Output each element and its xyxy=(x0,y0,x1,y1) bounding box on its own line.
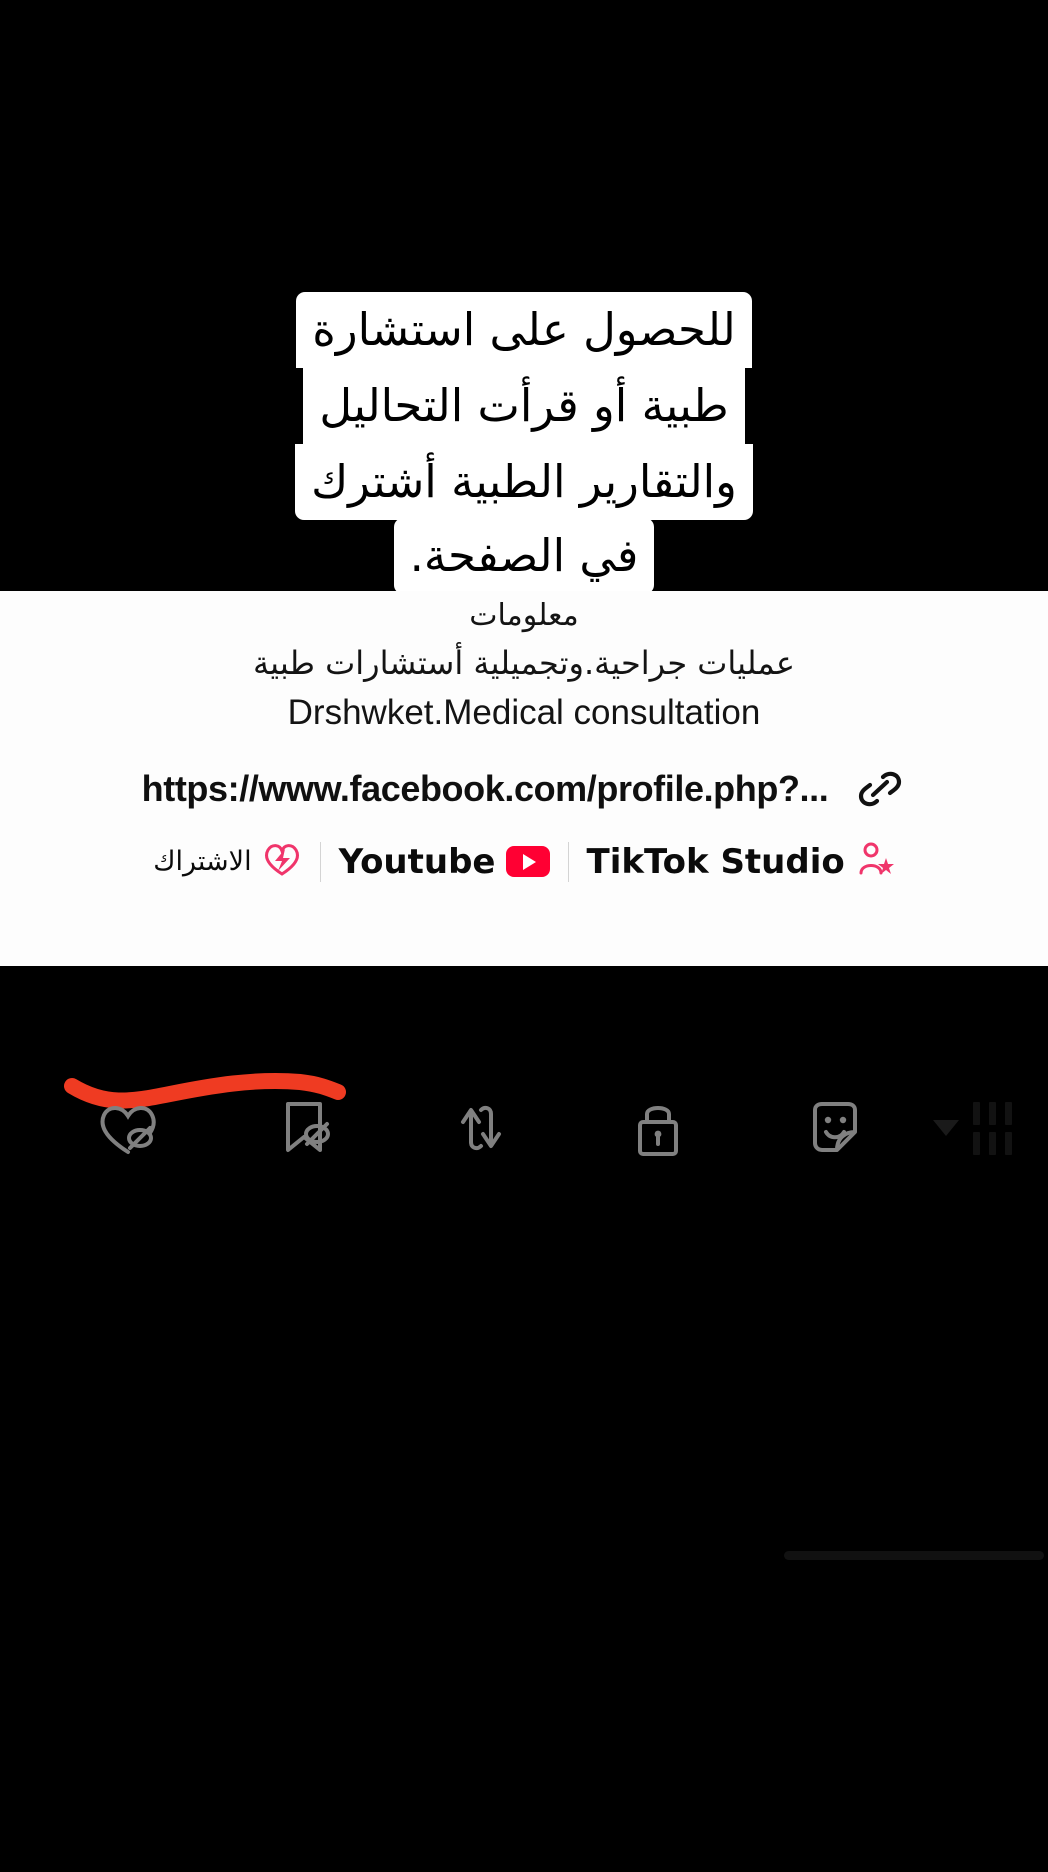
panel-heading: معلومات xyxy=(469,598,579,633)
url-row[interactable]: https://www.facebook.com/profile.php?... xyxy=(0,763,1048,815)
youtube-icon xyxy=(505,846,550,877)
home-indicator xyxy=(784,1551,1044,1560)
tiktok-studio-icon xyxy=(855,839,895,884)
toolbar-right-group[interactable] xyxy=(932,1101,1012,1155)
lock-icon[interactable] xyxy=(570,1094,747,1162)
video-canvas: للحصول على استشارة طبية أو قرأت التحاليل… xyxy=(0,0,1048,1872)
panel-bio-text: عمليات جراحية.وتجميلية أستشارات طبية xyxy=(253,644,795,682)
shortcut-label-youtube: Youtube xyxy=(338,841,496,882)
shortcut-subscribe[interactable]: الاشتراك xyxy=(135,840,319,883)
chevron-down-icon[interactable] xyxy=(932,1120,959,1136)
shortcut-label-subscribe: الاشتراك xyxy=(153,846,252,877)
caption-line-4: في الصفحة. xyxy=(393,518,655,594)
caption-overlay[interactable]: للحصول على استشارة طبية أو قرأت التحاليل… xyxy=(0,292,1048,594)
caption-line-3: والتقارير الطبية أشترك xyxy=(295,444,753,520)
hide-bookmark-icon[interactable] xyxy=(217,1094,394,1162)
profile-url-text[interactable]: https://www.facebook.com/profile.php?... xyxy=(142,768,829,810)
shortcut-youtube[interactable]: Youtube xyxy=(321,842,568,882)
sticker-icon[interactable] xyxy=(746,1094,923,1162)
hide-like-icon[interactable] xyxy=(40,1094,217,1162)
shortcut-tiktok-studio[interactable]: TikTok Studio xyxy=(569,839,913,884)
info-panel: معلومات عمليات جراحية.وتجميلية أستشارات … xyxy=(0,591,1048,1561)
editor-toolbar[interactable] xyxy=(0,1078,1048,1178)
shortcut-row[interactable]: الاشتراك Youtube TikTok Studio xyxy=(0,839,1048,884)
repost-arrows-icon[interactable] xyxy=(393,1094,570,1162)
caption-line-2: طبية أو قرأت التحاليل xyxy=(303,368,745,444)
shortcut-label-tiktok-studio: TikTok Studio xyxy=(586,841,845,882)
caption-line-1: للحصول على استشارة xyxy=(296,292,752,368)
panel-account-name: Drshwket.Medical consultation xyxy=(287,693,761,732)
keyboard-bars-icon[interactable] xyxy=(972,1101,1012,1155)
link-icon[interactable] xyxy=(854,763,906,815)
subscribe-badge-icon xyxy=(262,840,302,883)
